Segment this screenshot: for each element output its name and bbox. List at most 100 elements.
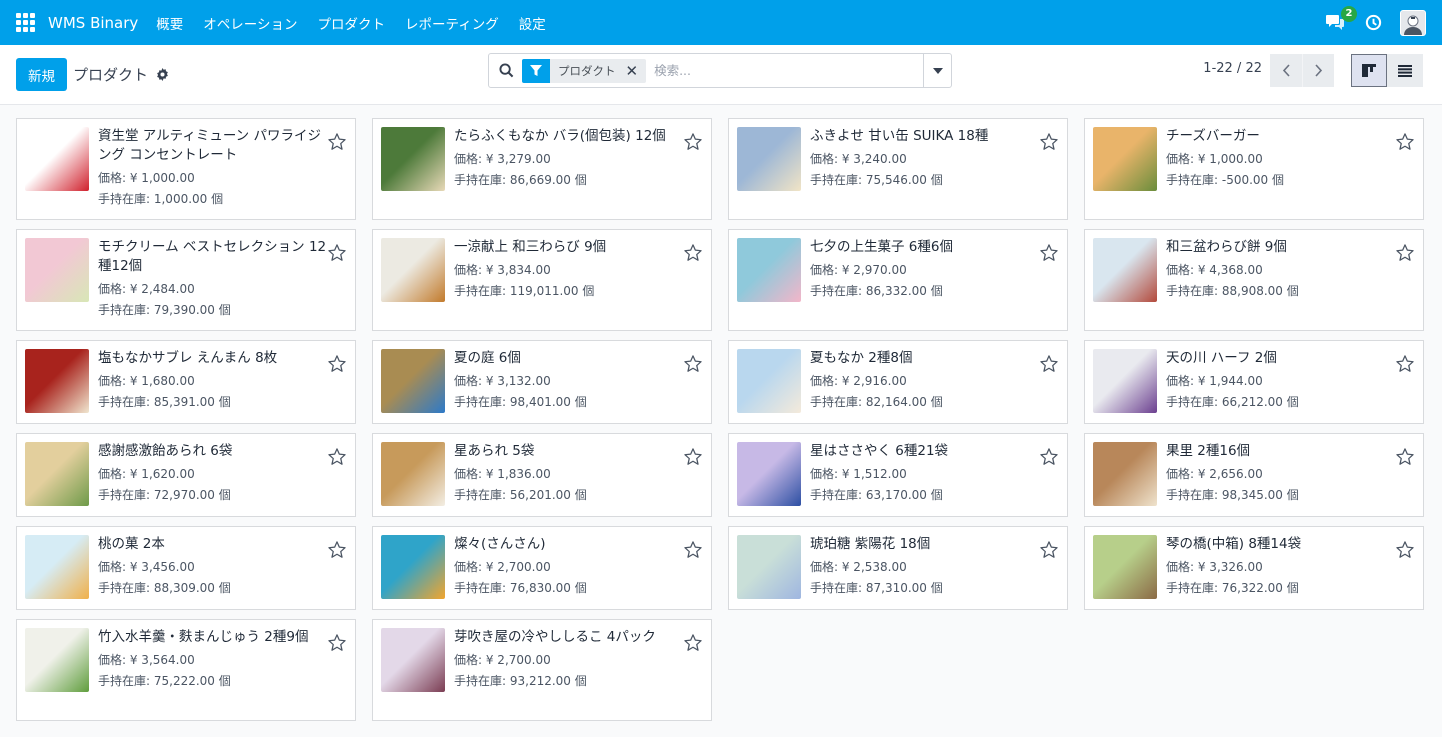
- gear-icon[interactable]: [156, 68, 169, 81]
- favorite-star-icon[interactable]: [1396, 133, 1414, 154]
- product-name: 和三盆わらび餅 9個: [1166, 239, 1287, 255]
- product-price: 価格: ¥ 1,836.00: [454, 467, 551, 481]
- product-card[interactable]: 燦々(さんさん) 価格: ¥ 2,700.00 手持在庫: 76,830.00 個: [372, 526, 712, 610]
- main-menu: 概要 オペレーション プロダクト レポーティング 設定: [156, 13, 545, 33]
- product-card[interactable]: チーズバーガー 価格: ¥ 1,000.00 手持在庫: -500.00 個: [1084, 118, 1424, 220]
- product-card[interactable]: 桃の菓 2本価格: ¥ 3,456.00 手持在庫: 88,309.00 個: [16, 526, 356, 610]
- product-price: 価格: ¥ 3,564.00: [98, 653, 195, 667]
- product-price: 価格: ¥ 3,326.00: [1166, 560, 1263, 574]
- apps-grid-icon[interactable]: [16, 12, 36, 33]
- favorite-star-icon[interactable]: [1396, 541, 1414, 562]
- product-name: 七夕の上生菓子 6種6個: [810, 239, 953, 255]
- search-options-toggle[interactable]: [923, 54, 951, 87]
- list-view-button[interactable]: [1387, 54, 1423, 87]
- product-name: 琥珀糖 紫陽花 18個: [810, 536, 931, 552]
- menu-item-settings[interactable]: 設定: [519, 13, 546, 33]
- product-card[interactable]: 感謝感激飴あられ 6袋 価格: ¥ 1,620.00 手持在庫: 72,970.00…: [16, 433, 356, 517]
- favorite-star-icon[interactable]: [684, 244, 702, 265]
- product-card[interactable]: たらふくもなか バラ(個包装) 12個 価格: ¥ 3,279.00 手持在庫: 8…: [372, 118, 712, 220]
- product-stock: 手持在庫: 86,332.00 個: [810, 284, 943, 298]
- product-card[interactable]: 七夕の上生菓子 6種6個 価格: ¥ 2,970.00 手持在庫: 86,332.0…: [728, 229, 1068, 331]
- pager-previous-button[interactable]: [1270, 54, 1302, 87]
- product-image: [737, 238, 801, 302]
- product-image: [381, 535, 445, 599]
- pager-next-button[interactable]: [1302, 54, 1334, 87]
- product-card[interactable]: 星はささやく 6種21袋 価格: ¥ 1,512.00 手持在庫: 63,170.0…: [728, 433, 1068, 517]
- favorite-star-icon[interactable]: [1396, 448, 1414, 469]
- search-box: プロダクト ✕: [488, 53, 952, 88]
- product-image: [737, 349, 801, 413]
- menu-item-operations[interactable]: オペレーション: [203, 13, 297, 33]
- product-price: 価格: ¥ 3,834.00: [454, 263, 551, 277]
- product-price: 価格: ¥ 2,970.00: [810, 263, 907, 277]
- menu-item-overview[interactable]: 概要: [156, 13, 183, 33]
- product-kanban: 資生堂 アルティミューン パワライジング コンセントレート 価格: ¥ 1,000…: [16, 118, 1424, 721]
- product-card[interactable]: 天の川 ハーフ 2個 価格: ¥ 1,944.00 手持在庫: 66,212.00 …: [1084, 340, 1424, 424]
- product-stock: 手持在庫: 93,212.00 個: [454, 674, 587, 688]
- favorite-star-icon[interactable]: [1396, 355, 1414, 376]
- product-stock: 手持在庫: 88,309.00 個: [98, 581, 231, 595]
- product-stock: 手持在庫: 79,390.00 個: [98, 303, 231, 317]
- favorite-star-icon[interactable]: [328, 541, 346, 562]
- search-icon: [499, 63, 514, 78]
- favorite-star-icon[interactable]: [328, 634, 346, 655]
- product-stock: 手持在庫: 76,830.00 個: [454, 581, 587, 595]
- app-brand[interactable]: WMS Binary: [48, 14, 138, 32]
- new-button[interactable]: 新規: [16, 58, 67, 91]
- product-card[interactable]: 琴の橋(中箱) 8種14袋 価格: ¥ 3,326.00 手持在庫: 76,322.…: [1084, 526, 1424, 610]
- product-name: 夏もなか 2種8個: [810, 350, 913, 366]
- product-image: [25, 628, 89, 692]
- favorite-star-icon[interactable]: [684, 133, 702, 154]
- favorite-star-icon[interactable]: [1040, 133, 1058, 154]
- product-stock: 手持在庫: 88,908.00 個: [1166, 284, 1299, 298]
- product-card[interactable]: 芽吹き屋の冷やししるこ 4パック 価格: ¥ 2,700.00 手持在庫: 93,2…: [372, 619, 712, 721]
- activity-button[interactable]: [1365, 14, 1382, 31]
- facet-remove-icon[interactable]: ✕: [624, 62, 647, 80]
- search-input[interactable]: [646, 55, 923, 86]
- favorite-star-icon[interactable]: [684, 541, 702, 562]
- product-card[interactable]: モチクリーム ベストセレクション 12種12個 価格: ¥ 2,484.00 手持在…: [16, 229, 356, 331]
- product-image: [25, 535, 89, 599]
- product-card[interactable]: 資生堂 アルティミューン パワライジング コンセントレート 価格: ¥ 1,000…: [16, 118, 356, 220]
- product-card[interactable]: 一涼献上 和三わらび 9個 価格: ¥ 3,834.00 手持在庫: 119,011…: [372, 229, 712, 331]
- product-image: [381, 628, 445, 692]
- favorite-star-icon[interactable]: [328, 133, 346, 154]
- favorite-star-icon[interactable]: [684, 355, 702, 376]
- product-image: [737, 442, 801, 506]
- favorite-star-icon[interactable]: [328, 244, 346, 265]
- user-avatar[interactable]: [1400, 9, 1426, 36]
- favorite-star-icon[interactable]: [1040, 355, 1058, 376]
- menu-item-reporting[interactable]: レポーティング: [405, 13, 499, 33]
- product-card[interactable]: 塩もなかサブレ えんまん 8枚 価格: ¥ 1,680.00 手持在庫: 85,39…: [16, 340, 356, 424]
- favorite-star-icon[interactable]: [1040, 244, 1058, 265]
- favorite-star-icon[interactable]: [1396, 244, 1414, 265]
- user-icon: [1404, 15, 1422, 35]
- product-card[interactable]: ふきよせ 甘い缶 SUIKA 18種 価格: ¥ 3,240.00 手持在庫: 75…: [728, 118, 1068, 220]
- messages-button[interactable]: 2: [1325, 5, 1357, 33]
- product-card[interactable]: 果里 2種16個 価格: ¥ 2,656.00 手持在庫: 98,345.00 個: [1084, 433, 1424, 517]
- favorite-star-icon[interactable]: [684, 634, 702, 655]
- product-card[interactable]: 夏もなか 2種8個 価格: ¥ 2,916.00 手持在庫: 82,164.00 個: [728, 340, 1068, 424]
- product-stock: 手持在庫: 98,345.00 個: [1166, 488, 1299, 502]
- pager-value[interactable]: 1-22 / 22: [1203, 61, 1262, 76]
- product-card[interactable]: 星あられ 5袋 価格: ¥ 1,836.00 手持在庫: 56,201.00 個: [372, 433, 712, 517]
- favorite-star-icon[interactable]: [1040, 541, 1058, 562]
- product-card[interactable]: 竹入水羊羹・麩まんじゅう 2種9個 価格: ¥ 3,564.00 手持在庫: 75,…: [16, 619, 356, 721]
- product-price: 価格: ¥ 4,368.00: [1166, 263, 1263, 277]
- favorite-star-icon[interactable]: [328, 355, 346, 376]
- product-card[interactable]: 琥珀糖 紫陽花 18個 価格: ¥ 2,538.00 手持在庫: 87,310.00…: [728, 526, 1068, 610]
- product-card[interactable]: 夏の庭 6個 価格: ¥ 3,132.00 手持在庫: 98,401.00 個: [372, 340, 712, 424]
- product-name: 感謝感激飴あられ 6袋: [98, 443, 233, 459]
- kanban-view-button[interactable]: [1351, 54, 1387, 87]
- product-image: [737, 535, 801, 599]
- product-price: 価格: ¥ 3,456.00: [98, 560, 195, 574]
- product-name: 芽吹き屋の冷やししるこ 4パック: [454, 629, 656, 645]
- product-name: 桃の菓 2本: [98, 536, 165, 552]
- menu-item-products[interactable]: プロダクト: [318, 13, 386, 33]
- favorite-star-icon[interactable]: [1040, 448, 1058, 469]
- favorite-star-icon[interactable]: [684, 448, 702, 469]
- product-price: 価格: ¥ 3,279.00: [454, 152, 551, 166]
- favorite-star-icon[interactable]: [328, 448, 346, 469]
- product-card[interactable]: 和三盆わらび餅 9個 価格: ¥ 4,368.00 手持在庫: 88,908.00 …: [1084, 229, 1424, 331]
- product-stock: 手持在庫: 87,310.00 個: [810, 581, 943, 595]
